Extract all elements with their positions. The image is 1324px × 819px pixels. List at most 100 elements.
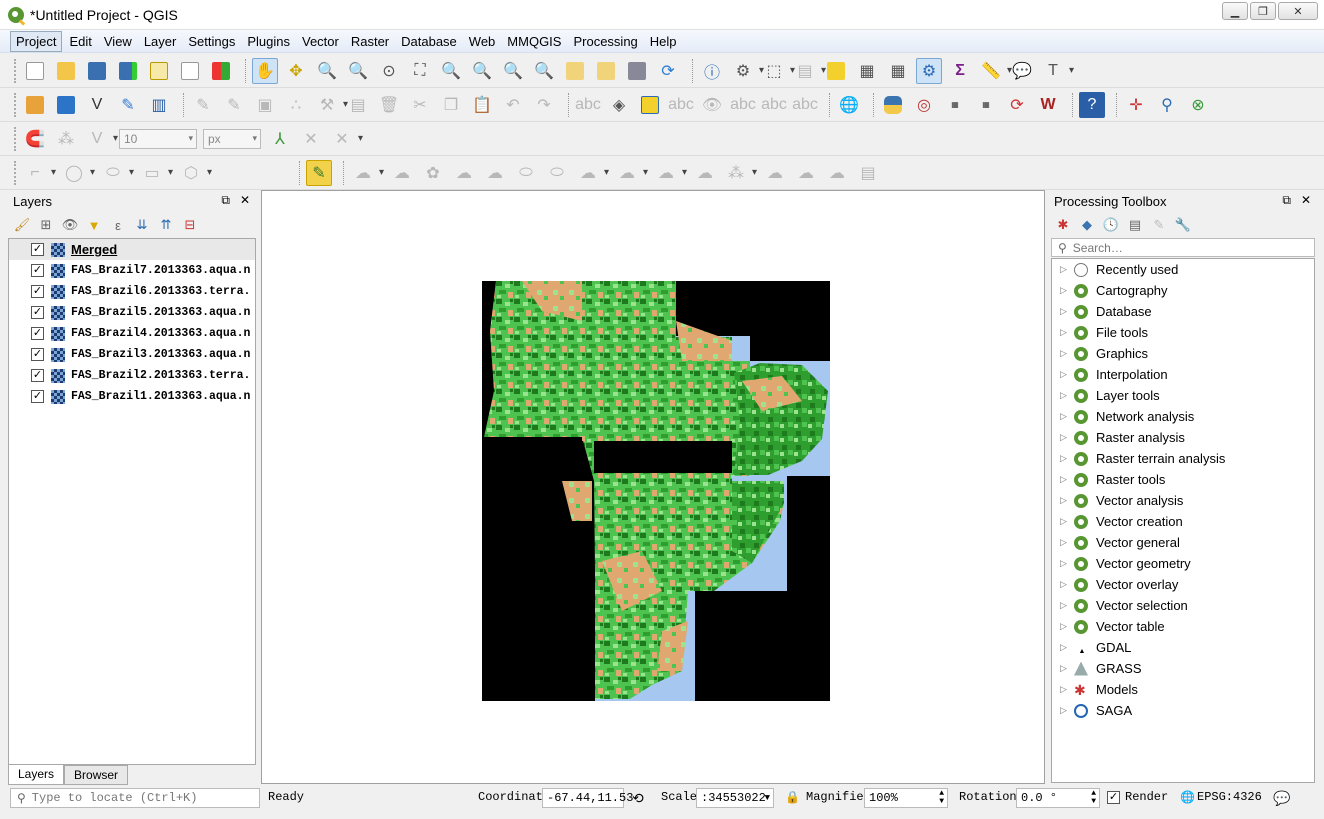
layer-row[interactable]: ✓ FAS_Brazil6.2013363.terra.	[9, 281, 255, 302]
expand-arrow-icon[interactable]: ▷	[1060, 705, 1074, 716]
expand-arrow-icon[interactable]: ▷	[1060, 558, 1074, 569]
expand-arrow-icon[interactable]: ▷	[1060, 306, 1074, 317]
pan-hand-icon[interactable]: ✋	[252, 57, 278, 84]
expand-arrow-icon[interactable]: ▷	[1060, 621, 1074, 632]
move-label-icon[interactable]: abc	[730, 92, 756, 118]
add-group-icon[interactable]: ⊞	[38, 217, 54, 233]
refresh-icon[interactable]: ⟳	[655, 58, 681, 84]
gps-icon[interactable]: ◎	[911, 92, 937, 118]
layer-checkbox[interactable]: ✓	[31, 306, 44, 319]
new-project-icon[interactable]	[22, 58, 48, 84]
filter-expression-icon[interactable]: ε	[110, 217, 126, 233]
simplify-icon[interactable]: ✿	[420, 160, 446, 186]
help-icon[interactable]: ?	[1079, 91, 1105, 118]
toolbox-item-vector-analysis[interactable]: ▷ Vector analysis	[1052, 490, 1314, 511]
fill-ring-icon[interactable]: ⬭	[513, 160, 539, 186]
add-rectangle-icon[interactable]: ▭	[139, 160, 173, 186]
python-console-icon[interactable]	[880, 92, 906, 118]
modify-attributes-icon[interactable]: ▤	[345, 92, 371, 118]
layer-checkbox[interactable]: ✓	[31, 243, 44, 256]
minimize-button[interactable]: ▁	[1222, 2, 1248, 20]
save-project-icon[interactable]	[84, 58, 110, 84]
tab-layers[interactable]: Layers	[8, 765, 65, 785]
expand-arrow-icon[interactable]: ▷	[1060, 579, 1074, 590]
menu-vector[interactable]: Vector	[297, 32, 344, 51]
expand-arrow-icon[interactable]: ▷	[1060, 264, 1074, 275]
zoom-layer-icon[interactable]: 🔍	[469, 58, 495, 84]
edit-pencil-icon[interactable]: ✎	[190, 92, 216, 118]
python-scripts-icon[interactable]: ◆	[1079, 217, 1095, 233]
crosshair-icon[interactable]: ✛	[1123, 92, 1149, 118]
add-ring-icon[interactable]: ☁	[451, 160, 477, 186]
toolbox-item-vector-selection[interactable]: ▷ Vector selection	[1052, 595, 1314, 616]
undo-icon[interactable]: ↶	[500, 92, 526, 118]
toolbox-item-vector-geometry[interactable]: ▷ Vector geometry	[1052, 553, 1314, 574]
expand-arrow-icon[interactable]: ▷	[1060, 327, 1074, 338]
label-tool-icon[interactable]: abc	[575, 92, 601, 118]
paste-icon[interactable]: 📋	[469, 92, 495, 118]
float-panel-icon[interactable]: ⧉	[1282, 193, 1291, 208]
expand-arrow-icon[interactable]: ▷	[1060, 432, 1074, 443]
tab-browser[interactable]: Browser	[64, 765, 129, 785]
toolbox-item-gdal[interactable]: ▷ ▲ GDAL	[1052, 637, 1314, 658]
zoom-in-icon[interactable]: 🔍	[314, 58, 340, 84]
expand-arrow-icon[interactable]: ▷	[1060, 684, 1074, 695]
filter-icon[interactable]: ▼	[86, 217, 102, 233]
snapping-type-icon[interactable]: V	[84, 126, 118, 152]
menu-view[interactable]: View	[99, 32, 137, 51]
snapping-intersection-icon[interactable]: ✕	[298, 126, 324, 152]
expand-arrow-icon[interactable]: ▷	[1060, 369, 1074, 380]
toolbox-item-grass[interactable]: ▷ GRASS	[1052, 658, 1314, 679]
snapping-magnet-icon[interactable]: 🧲	[22, 126, 48, 152]
zoom-out-icon[interactable]: 🔍	[345, 58, 371, 84]
expand-all-icon[interactable]: ⇊	[134, 217, 150, 233]
change-label-icon[interactable]: abc	[792, 92, 818, 118]
close-panel-icon[interactable]: ✕	[240, 193, 250, 208]
locator-search-input[interactable]: ⚲ Type to locate (Ctrl+K)	[10, 788, 260, 808]
layer-labeling-icon[interactable]: ◈	[606, 92, 632, 118]
scale-select[interactable]: :34553022 ▼	[696, 788, 774, 808]
expand-arrow-icon[interactable]: ▷	[1060, 495, 1074, 506]
map-canvas[interactable]	[261, 190, 1045, 784]
new-bookmark-icon[interactable]	[562, 58, 588, 84]
add-circle-icon[interactable]: ◯	[61, 160, 95, 186]
statistical-summary-icon[interactable]: Σ	[947, 58, 973, 84]
add-vector-icon[interactable]: V	[84, 92, 110, 118]
visibility-eye-icon[interactable]: 👁	[62, 217, 79, 233]
save-as-icon[interactable]	[115, 58, 141, 84]
menu-layer[interactable]: Layer	[139, 32, 182, 51]
menu-project[interactable]: Project	[10, 30, 63, 52]
edit-features-icon[interactable]: ✎	[1151, 217, 1167, 233]
add-feature-icon[interactable]: ∴	[283, 92, 309, 118]
offset-curve-icon[interactable]: ☁	[653, 160, 687, 186]
rotate-feature-icon[interactable]: ☁	[389, 160, 415, 186]
crs-label[interactable]: EPSG:4326	[1197, 790, 1262, 804]
expand-arrow-icon[interactable]: ▷	[1060, 390, 1074, 401]
delete-icon[interactable]: 🗑	[376, 92, 402, 118]
toggle-extents-icon[interactable]: ⟲	[632, 790, 644, 807]
zoom-native-icon[interactable]: ⊙	[376, 58, 402, 84]
merge-features-icon[interactable]: ☁	[762, 160, 788, 186]
layer-checkbox[interactable]: ✓	[31, 285, 44, 298]
copy-icon[interactable]: ❐	[438, 92, 464, 118]
wkt-icon[interactable]: W	[1035, 92, 1061, 118]
toolbox-item-saga[interactable]: ▷ SAGA	[1052, 700, 1314, 721]
snapping-unit-select[interactable]: px	[203, 128, 261, 149]
menu-help[interactable]: Help	[645, 32, 682, 51]
layout-manager-icon[interactable]	[177, 58, 203, 84]
menu-database[interactable]: Database	[396, 32, 462, 51]
lock-icon[interactable]: 🔒	[785, 790, 800, 804]
toolbox-item-recently-used[interactable]: ▷ Recently used	[1052, 259, 1314, 280]
toolbox-item-network-analysis[interactable]: ▷ Network analysis	[1052, 406, 1314, 427]
reverse-line-icon[interactable]: ▤	[855, 160, 881, 186]
layer-checkbox[interactable]: ✓	[31, 264, 44, 277]
field-calculator-icon[interactable]: ▦	[885, 58, 911, 84]
toolbox-item-layer-tools[interactable]: ▷ Layer tools	[1052, 385, 1314, 406]
expand-arrow-icon[interactable]: ▷	[1060, 348, 1074, 359]
layer-checkbox[interactable]: ✓	[31, 369, 44, 382]
expand-arrow-icon[interactable]: ▷	[1060, 285, 1074, 296]
show-labels-icon[interactable]: 👁	[699, 92, 725, 118]
add-part-icon[interactable]: ☁	[482, 160, 508, 186]
menu-edit[interactable]: Edit	[64, 32, 96, 51]
topological-editing-icon[interactable]: ⅄	[267, 126, 293, 152]
